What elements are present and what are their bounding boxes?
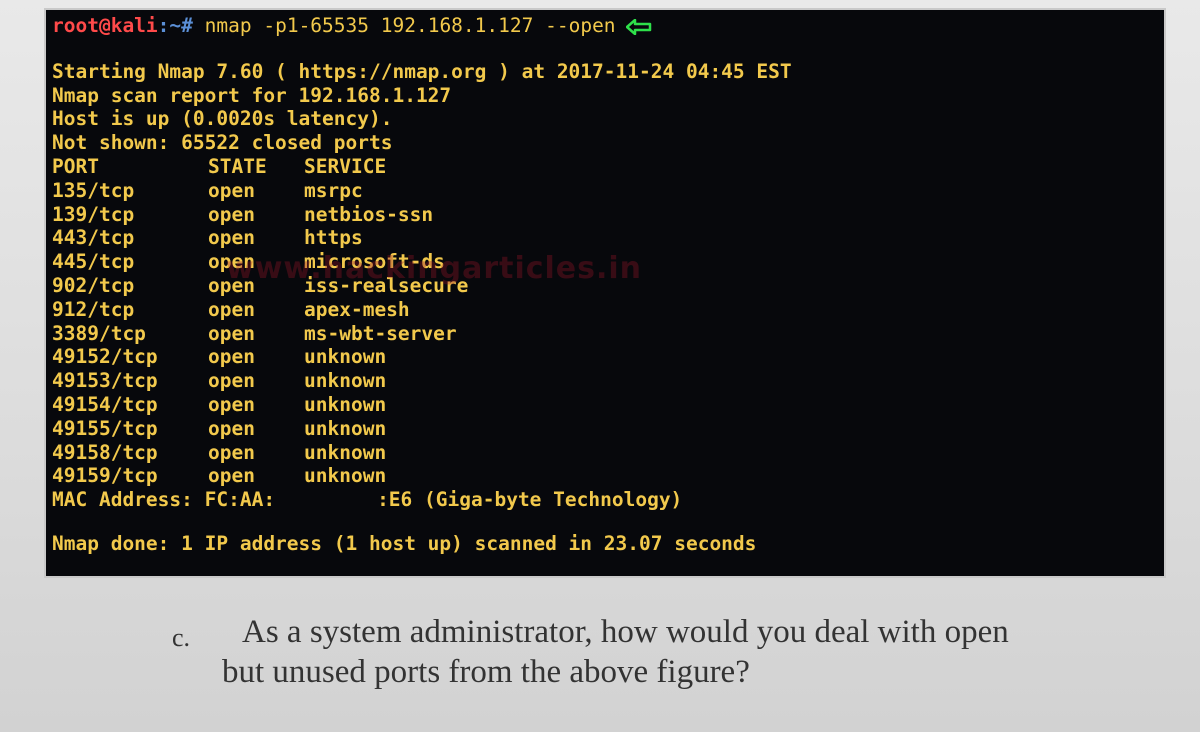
table-row: 445/tcp open microsoft-ds: [52, 250, 1164, 274]
port: 49159/tcp: [52, 464, 158, 488]
output-line: Not shown: 65522 closed ports: [52, 131, 393, 155]
terminal-window[interactable]: root@kali:~# nmap -p1-65535 192.168.1.12…: [46, 10, 1164, 576]
port: 49154/tcp: [52, 392, 158, 416]
state: open: [208, 273, 255, 297]
table-row: 912/tcp open apex-mesh: [52, 298, 1164, 322]
question-line-2: but unused ports from the above figure?: [222, 654, 750, 690]
green-left-arrow-icon: [625, 17, 652, 35]
service: ms-wbt-server: [304, 321, 457, 345]
state: open: [208, 369, 255, 393]
service: unknown: [304, 369, 387, 393]
port: 49152/tcp: [52, 345, 158, 369]
question-block: c. As a system administrator, how would …: [172, 612, 1182, 692]
output-line: Nmap scan report for 192.168.1.127: [52, 83, 452, 107]
table-row: 3389/tcp open ms-wbt-server: [52, 322, 1164, 346]
port: 49153/tcp: [52, 369, 158, 393]
port: 445/tcp: [52, 250, 135, 274]
command-line: root@kali:~# nmap -p1-65535 192.168.1.12…: [52, 14, 1164, 38]
question-letter: c.: [172, 623, 191, 652]
state: open: [208, 250, 255, 274]
state: open: [208, 297, 255, 321]
service: microsoft-ds: [304, 250, 445, 274]
service: unknown: [304, 392, 387, 416]
port: 49155/tcp: [52, 416, 158, 440]
mac-prefix: MAC Address: FC:AA:: [52, 488, 276, 512]
port: 902/tcp: [52, 273, 135, 297]
header-port: PORT: [52, 154, 99, 178]
table-row: 49152/tcp open unknown: [52, 345, 1164, 369]
state: open: [208, 345, 255, 369]
port: 443/tcp: [52, 226, 135, 250]
table-row: 49154/tcp open unknown: [52, 393, 1164, 417]
header-state: STATE: [208, 154, 267, 178]
port: 49158/tcp: [52, 440, 158, 464]
service: unknown: [304, 345, 387, 369]
table-row: 443/tcp open https: [52, 226, 1164, 250]
nmap-done-line: Nmap done: 1 IP address (1 host up) scan…: [52, 531, 757, 555]
table-row: 135/tcp open msrpc: [52, 179, 1164, 203]
output-line: Starting Nmap 7.60 ( https://nmap.org ) …: [52, 59, 792, 83]
state: open: [208, 392, 255, 416]
table-row: 49158/tcp open unknown: [52, 441, 1164, 465]
state: open: [208, 321, 255, 345]
service: msrpc: [304, 178, 363, 202]
service: https: [304, 226, 363, 250]
port: 3389/tcp: [52, 321, 146, 345]
table-row: 49155/tcp open unknown: [52, 417, 1164, 441]
service: netbios-ssn: [304, 202, 434, 226]
state: open: [208, 416, 255, 440]
service: apex-mesh: [304, 297, 410, 321]
state: open: [208, 202, 255, 226]
output-line: Host is up (0.0020s latency).: [52, 107, 393, 131]
table-row: 49159/tcp open unknown: [52, 464, 1164, 488]
state: open: [208, 464, 255, 488]
service: unknown: [304, 464, 387, 488]
state: open: [208, 178, 255, 202]
state: open: [208, 440, 255, 464]
port: 912/tcp: [52, 297, 135, 321]
prompt-path: :~#: [157, 14, 193, 37]
table-header: PORT STATE SERVICE: [52, 155, 1164, 179]
port: 139/tcp: [52, 202, 135, 226]
service: unknown: [304, 416, 387, 440]
header-service: SERVICE: [304, 154, 387, 178]
mac-address-line: MAC Address: FC:AA: :E6 (Giga-byte Techno…: [52, 488, 1164, 512]
port: 135/tcp: [52, 178, 135, 202]
service: unknown: [304, 440, 387, 464]
command-text: nmap -p1-65535 192.168.1.127 --open: [192, 14, 616, 37]
question-line-1: As a system administrator, how would you…: [242, 614, 1009, 650]
table-row: 902/tcp open iss-realsecure: [52, 274, 1164, 298]
table-row: 139/tcp open netbios-ssn: [52, 203, 1164, 227]
table-row: 49153/tcp open unknown: [52, 369, 1164, 393]
service: iss-realsecure: [304, 273, 469, 297]
mac-suffix: :E6 (Giga-byte Technology): [377, 488, 683, 512]
prompt-user: root@kali: [52, 14, 158, 37]
state: open: [208, 226, 255, 250]
